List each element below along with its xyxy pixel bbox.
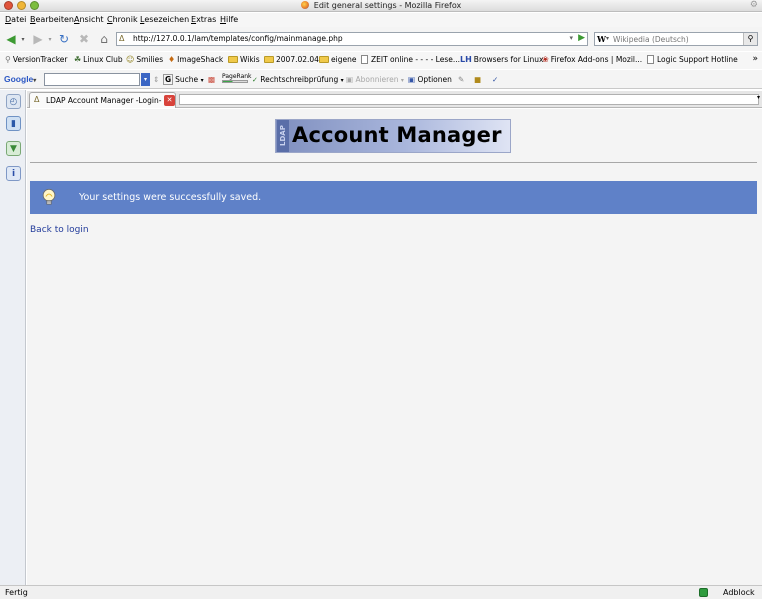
bookmark-versiontracker[interactable]: ⚲ VersionTracker xyxy=(5,55,68,64)
google-toolbar: Google▾ ▾ ⇕ G Suche ▾ ▩ PageRank ✓ Rechts… xyxy=(0,70,762,89)
back-to-login-link[interactable]: Back to login xyxy=(30,225,89,235)
status-indicator-icon[interactable] xyxy=(699,588,708,597)
options-icon: ▣ xyxy=(408,75,416,84)
menu-bearbeiten[interactable]: Bearbeiten xyxy=(30,15,74,24)
menu-datei[interactable]: Datei xyxy=(5,15,26,24)
spellcheck-icon: ✓ xyxy=(252,76,258,84)
url-bar[interactable]: Δ http://127.0.0.1/lam/templates/config/… xyxy=(116,32,588,46)
google-search-dropdown[interactable]: ▾ xyxy=(141,73,150,86)
extension-icon[interactable]: ✓ xyxy=(492,75,498,84)
gear-icon[interactable]: ⚙ xyxy=(750,1,758,10)
imageshack-icon: ♦ xyxy=(168,55,176,64)
bookmark-folder-2007-02-04[interactable]: 2007.02.04 xyxy=(264,55,319,64)
spellcheck-button[interactable]: ✓ Rechtschreibprüfung ▾ xyxy=(252,75,344,84)
stop-icon[interactable]: ✖ xyxy=(76,31,92,47)
status-bar: Fertig Adblock xyxy=(0,585,762,599)
navigation-toolbar: ◀ ▾ ▶ ▾ ↻ ✖ ⌂ Δ http://127.0.0.1/lam/tem… xyxy=(0,27,762,51)
home-icon[interactable]: ⌂ xyxy=(96,31,112,47)
bookmark-smilies[interactable]: ☺ Smilies xyxy=(126,55,163,64)
logo-ldap-text: LDAP xyxy=(277,120,289,152)
logo-title: Account Manager xyxy=(292,123,502,147)
history-icon[interactable]: ◴ xyxy=(6,94,21,109)
bookmark-imageshack[interactable]: ♦ ImageShack xyxy=(168,55,223,64)
page-icon xyxy=(361,55,368,64)
more-bookmarks-chevron-icon[interactable]: » xyxy=(752,54,758,64)
site-identity-icon[interactable]: Δ xyxy=(119,34,124,43)
status-text: Fertig xyxy=(5,588,28,597)
search-engine-dropdown[interactable]: ▾ xyxy=(606,35,609,42)
bookmark-linux-club[interactable]: ☘ Linux Club xyxy=(74,55,123,64)
success-message: Your settings were successfully saved. xyxy=(79,192,262,203)
smilies-icon: ☺ xyxy=(126,55,135,64)
menu-hilfe[interactable]: Hilfe xyxy=(220,15,238,24)
bookmark-browsers-for-linux[interactable]: LH Browsers for Linux xyxy=(460,55,543,64)
search-box[interactable]: W ▾ ⚲ xyxy=(594,32,758,46)
reload-icon[interactable]: ↻ xyxy=(56,31,72,47)
bookmark-folder-wikis[interactable]: Wikis xyxy=(228,55,260,64)
sidebar: ◴ ▮ ▼ i xyxy=(0,90,26,585)
account-manager-logo: LDAP Account Manager xyxy=(275,119,511,153)
tab-list-dropdown-icon[interactable]: ▾ xyxy=(757,94,760,101)
bookmark-zeit-online[interactable]: ZEIT online - - - - Lese... xyxy=(361,55,460,64)
folder-icon xyxy=(264,56,274,63)
menu-extras[interactable]: Extras xyxy=(191,15,216,24)
page-content: LDAP Account Manager Your settings were … xyxy=(27,109,762,585)
go-icon[interactable]: ▶ xyxy=(578,33,585,43)
bookmark-firefox-addons[interactable]: ❀ Firefox Add-ons | Mozil... xyxy=(542,55,642,64)
versiontracker-icon: ⚲ xyxy=(5,55,11,64)
tab-favicon: Δ xyxy=(34,95,40,104)
lh-icon: LH xyxy=(460,55,472,64)
info-icon[interactable]: i xyxy=(6,166,21,181)
downloads-icon[interactable]: ▼ xyxy=(6,141,21,156)
linux-club-icon: ☘ xyxy=(74,55,82,64)
success-notice: Your settings were successfully saved. xyxy=(30,181,757,214)
search-input[interactable] xyxy=(613,34,741,44)
google-logo[interactable]: Google▾ xyxy=(4,74,36,84)
firefox-icon xyxy=(300,1,309,9)
rss-icon: ▣ xyxy=(346,75,354,84)
bookmark-logic-support[interactable]: Logic Support Hotline xyxy=(647,55,738,64)
google-search-input[interactable] xyxy=(44,73,140,86)
back-history-dropdown[interactable]: ▾ xyxy=(19,31,27,47)
forward-button[interactable]: ▶ xyxy=(30,31,46,47)
subscribe-button[interactable]: ▣ Abonnieren ▾ xyxy=(346,75,404,84)
back-button[interactable]: ◀ xyxy=(3,31,19,47)
menu-ansicht[interactable]: Ansicht xyxy=(74,15,104,24)
google-search-button[interactable]: G Suche ▾ xyxy=(163,74,204,85)
forward-history-dropdown[interactable]: ▾ xyxy=(46,31,54,47)
menu-lesezeichen[interactable]: Lesezeichen xyxy=(140,15,189,24)
menu-bar: Datei Bearbeiten Ansicht Chronik Lesezei… xyxy=(0,13,762,27)
horizontal-divider xyxy=(30,162,757,163)
google-g-icon: G xyxy=(163,74,174,85)
folder-icon xyxy=(319,56,329,63)
title-bar: Edit general settings - Mozilla Firefox … xyxy=(0,0,762,12)
popup-blocker-icon[interactable]: ▩ xyxy=(208,75,215,84)
google-divider-icon: ⇕ xyxy=(153,75,160,84)
pagerank-bar xyxy=(222,80,248,83)
url-history-dropdown[interactable]: ▾ xyxy=(569,34,573,42)
options-button[interactable]: ▣ Optionen xyxy=(408,75,452,84)
pagerank-indicator[interactable]: PageRank xyxy=(222,73,252,83)
tab-bar: Δ LDAP Account Manager -Login- ✕ ▾ xyxy=(27,91,762,108)
window-title: Edit general settings - Mozilla Firefox xyxy=(0,1,762,10)
bookmark-folder-eigene[interactable]: eigene xyxy=(319,55,356,64)
bookmarks-toolbar: ⚲ VersionTracker ☘ Linux Club ☺ Smilies ♦ Im… xyxy=(0,52,762,69)
folder-icon xyxy=(228,56,238,63)
bookmarks-sidebar-icon[interactable]: ▮ xyxy=(6,116,21,131)
search-icon[interactable]: ⚲ xyxy=(743,33,757,45)
wikipedia-icon[interactable]: W xyxy=(597,34,606,44)
url-text[interactable]: http://127.0.0.1/lam/templates/config/ma… xyxy=(133,34,343,43)
addons-icon: ❀ xyxy=(542,55,549,64)
tab-strip-empty[interactable] xyxy=(179,94,759,105)
adblock-button[interactable]: Adblock xyxy=(723,588,755,597)
close-tab-icon[interactable]: ✕ xyxy=(164,95,175,106)
highlight-icon[interactable]: ✎ xyxy=(458,75,464,84)
menu-chronik[interactable]: Chronik xyxy=(107,15,138,24)
camera-icon[interactable]: ■ xyxy=(474,75,481,84)
lightbulb-icon xyxy=(42,188,56,205)
page-icon xyxy=(647,55,654,64)
tab-ldap-account-manager[interactable]: Δ LDAP Account Manager -Login- ✕ xyxy=(29,92,176,108)
